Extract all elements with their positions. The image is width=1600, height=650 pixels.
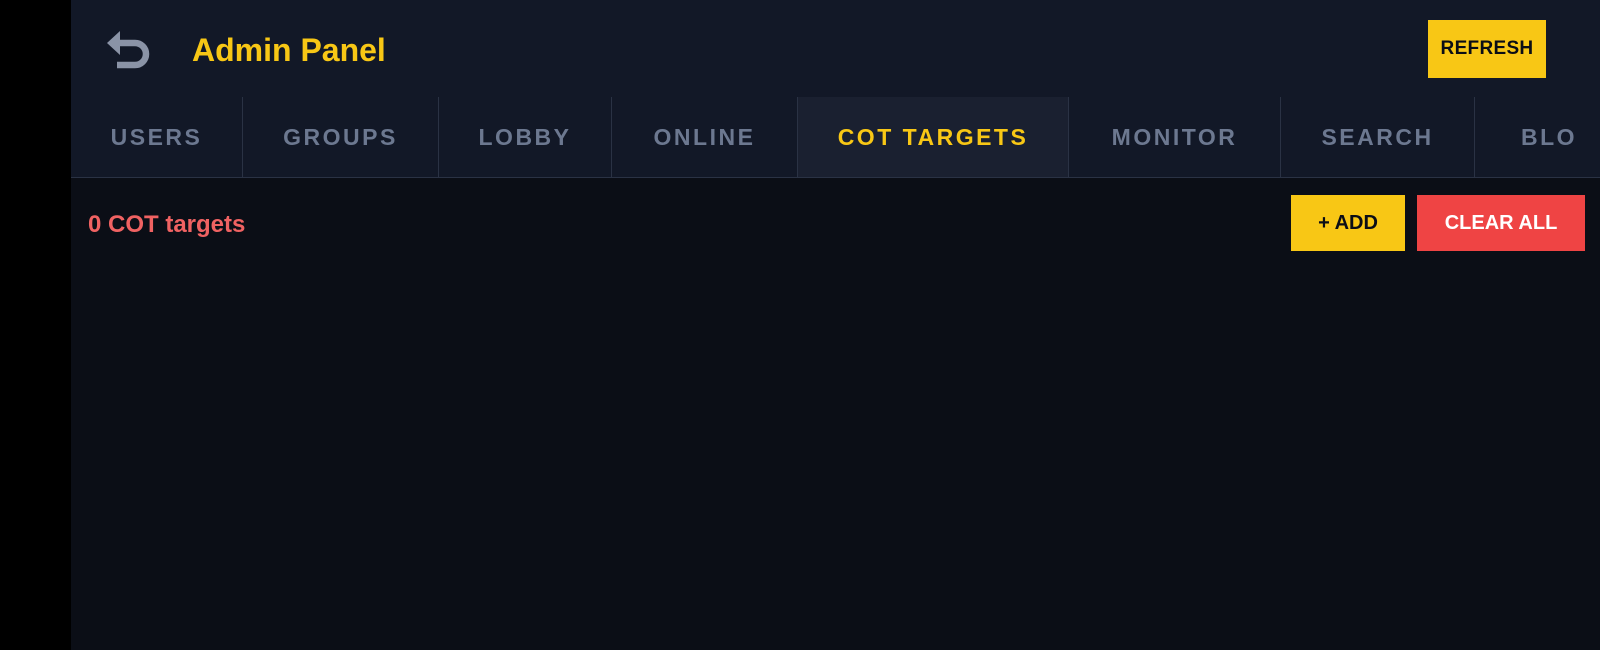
tab-online[interactable]: ONLINE [612, 97, 798, 177]
tab-users[interactable]: USERS [71, 97, 243, 177]
tab-search[interactable]: SEARCH [1281, 97, 1475, 177]
tab-cot-targets[interactable]: COT TARGETS [798, 97, 1069, 177]
add-target-button[interactable]: + ADD [1291, 195, 1405, 251]
app-header: Admin Panel REFRESH [71, 0, 1600, 97]
cot-target-count: 0 COT targets [88, 211, 246, 238]
targets-list-empty [71, 265, 1600, 650]
clear-all-button[interactable]: CLEAR ALL [1417, 195, 1585, 251]
admin-panel-screen: Admin Panel REFRESH USERS GROUPS LOBBY O… [71, 0, 1600, 650]
undo-arrow-icon [107, 31, 150, 69]
tab-lobby[interactable]: LOBBY [439, 97, 612, 177]
tab-bar: USERS GROUPS LOBBY ONLINE COT TARGETS MO… [71, 97, 1600, 178]
tab-monitor[interactable]: MONITOR [1069, 97, 1281, 177]
refresh-button[interactable]: REFRESH [1428, 20, 1546, 78]
tab-groups[interactable]: GROUPS [243, 97, 439, 177]
back-button[interactable] [103, 26, 155, 72]
page-title: Admin Panel [192, 32, 386, 68]
tab-blo[interactable]: BLO [1475, 97, 1600, 177]
